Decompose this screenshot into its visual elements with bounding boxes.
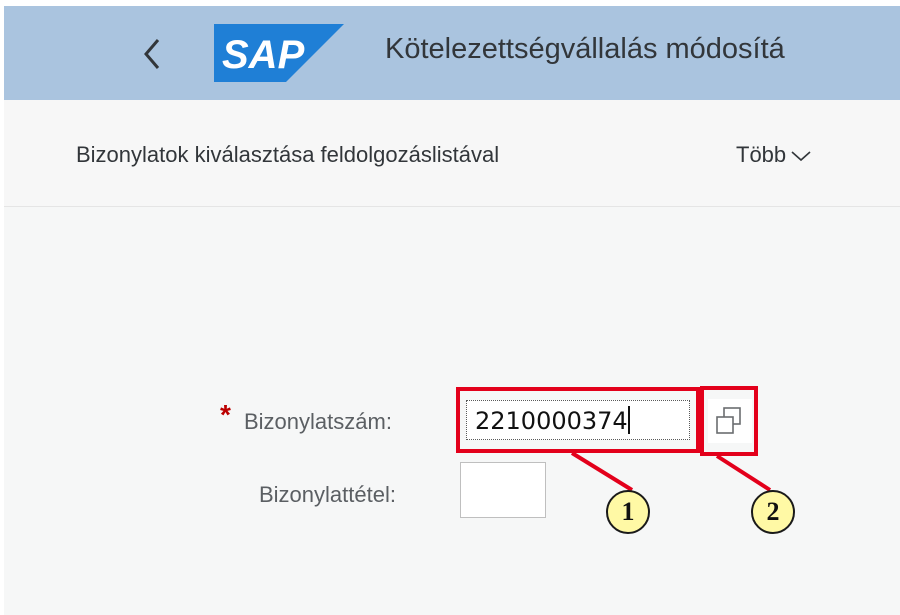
sap-window: SAP Kötelezettségvállalás módosítá Bizon… [4,6,900,615]
callout-2: 2 [751,490,795,534]
callout-1: 1 [606,490,650,534]
